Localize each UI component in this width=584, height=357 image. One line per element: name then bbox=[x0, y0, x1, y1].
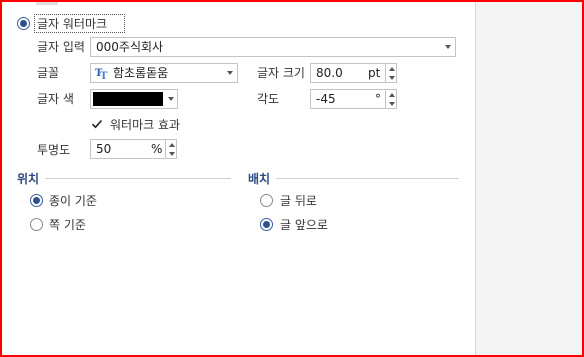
placement-front-text-label: 글 앞으로 bbox=[280, 218, 328, 232]
font-size-label: 글자 크기 bbox=[257, 66, 305, 80]
placement-section-divider bbox=[276, 178, 459, 179]
angle-value: -45 bbox=[316, 92, 336, 106]
angle-spinner[interactable]: -45 ° bbox=[310, 89, 397, 109]
transparency-spinner[interactable]: 50 % bbox=[90, 139, 177, 159]
transparency-label: 투명도 bbox=[37, 143, 71, 157]
watermark-effect-checkbox[interactable] bbox=[90, 117, 104, 131]
position-page-radio[interactable] bbox=[30, 218, 43, 231]
font-value: 함초롬돋움 bbox=[113, 66, 169, 80]
text-input-label: 글자 입력 bbox=[37, 40, 85, 54]
text-watermark-radio[interactable] bbox=[17, 17, 30, 30]
placement-section-title: 배치 bbox=[248, 172, 271, 186]
font-select[interactable]: T T 함초롬돋움 bbox=[90, 63, 238, 83]
arrow-down-icon[interactable] bbox=[389, 102, 395, 106]
placement-behind-text-radio[interactable] bbox=[260, 194, 273, 207]
chevron-down-icon[interactable] bbox=[227, 71, 233, 75]
transparency-unit: % bbox=[151, 142, 163, 156]
font-size-stepper[interactable] bbox=[385, 63, 397, 83]
angle-stepper[interactable] bbox=[385, 89, 397, 109]
chevron-down-icon[interactable] bbox=[445, 45, 451, 49]
text-color-label: 글자 색 bbox=[37, 92, 74, 106]
top-tab-stub bbox=[36, 2, 58, 5]
arrow-down-icon[interactable] bbox=[389, 76, 395, 80]
position-section-divider bbox=[45, 178, 231, 179]
arrow-up-icon[interactable] bbox=[169, 143, 175, 147]
font-label: 글꼴 bbox=[37, 66, 60, 80]
watermark-effect-label: 워터마크 효과 bbox=[110, 118, 181, 132]
text-color-picker[interactable] bbox=[90, 89, 178, 109]
chevron-down-icon[interactable] bbox=[168, 97, 174, 101]
font-size-unit: pt bbox=[368, 66, 381, 80]
text-input-value: 000주식회사 bbox=[96, 40, 164, 54]
preview-panel bbox=[475, 2, 582, 355]
position-section-title: 위치 bbox=[17, 172, 40, 186]
text-watermark-label: 글자 워터마크 bbox=[37, 17, 108, 31]
arrow-down-icon[interactable] bbox=[169, 152, 175, 156]
text-color-swatch bbox=[93, 92, 163, 106]
position-page-label: 쪽 기준 bbox=[49, 218, 86, 232]
font-size-value: 80.0 bbox=[316, 66, 343, 80]
placement-front-text-radio[interactable] bbox=[260, 218, 273, 231]
transparency-value: 50 bbox=[96, 142, 112, 156]
svg-text:T: T bbox=[100, 71, 108, 80]
angle-label: 각도 bbox=[257, 92, 280, 106]
placement-behind-text-label: 글 뒤로 bbox=[280, 194, 317, 208]
transparency-stepper[interactable] bbox=[165, 139, 177, 159]
arrow-up-icon[interactable] bbox=[389, 67, 395, 71]
font-size-spinner[interactable]: 80.0 pt bbox=[310, 63, 397, 83]
arrow-up-icon[interactable] bbox=[389, 93, 395, 97]
position-paper-label: 종이 기준 bbox=[49, 194, 97, 208]
angle-unit: ° bbox=[375, 92, 381, 106]
checkmark-icon bbox=[91, 119, 103, 129]
text-input-combobox[interactable]: 000주식회사 bbox=[90, 37, 456, 57]
truetype-font-icon: T T bbox=[95, 68, 108, 80]
position-paper-radio[interactable] bbox=[30, 194, 43, 207]
